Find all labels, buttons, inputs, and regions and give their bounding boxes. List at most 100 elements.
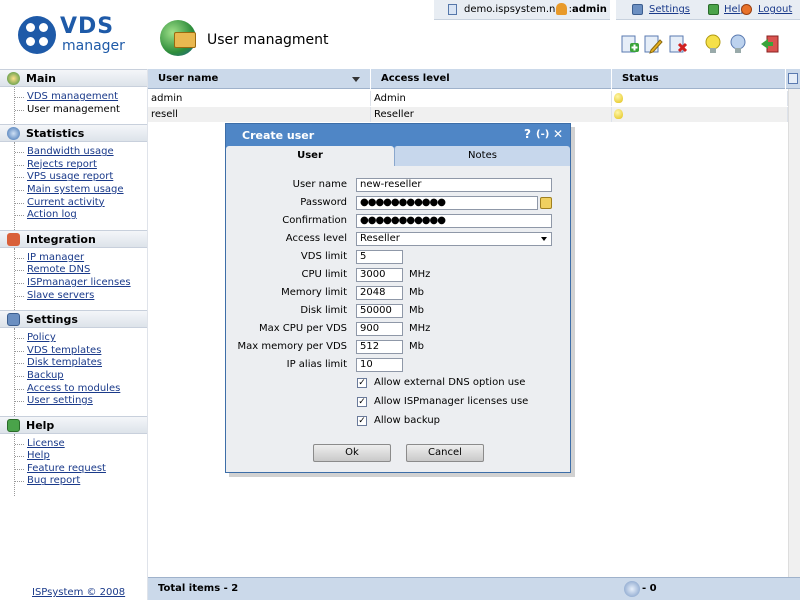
help-icon [708,4,719,15]
document-icon [448,4,457,15]
sidebar-item-policy[interactable]: Policy [15,332,147,345]
vds-manager-logo[interactable]: VDS manager [14,14,126,58]
vertical-scrollbar[interactable] [788,89,800,579]
sidebar-item-vds-management[interactable]: VDS management [15,91,147,104]
current-username: admin [572,4,607,15]
sidebar-item-help[interactable]: Help [15,450,147,463]
cpu-limit-label: CPU limit [301,269,347,280]
sidebar-item-slave-servers[interactable]: Slave servers [15,290,147,303]
sidebar-item-main-system-usage[interactable]: Main system usage [15,184,147,197]
table-row[interactable]: resell Reseller [148,107,788,122]
max-cpu-unit: MHz [409,323,431,334]
sidebar-item-user-management[interactable]: User management [15,104,147,117]
integration-icon [7,232,20,246]
status-bulb-icon [614,109,623,119]
sidebar-section-header[interactable]: Help [0,415,147,434]
cancel-button[interactable]: Cancel [406,444,484,462]
home-icon [7,72,20,85]
table-footer: Total items - 2 - 0 [148,577,800,600]
sidebar-item-bug-report[interactable]: Bug report [15,475,147,488]
max-memory-unit: Mb [409,341,424,352]
cell-access-level: Admin [371,91,612,106]
sidebar-section-header[interactable]: Statistics [0,124,147,143]
sidebar-item-vds-templates[interactable]: VDS templates [15,345,147,358]
disk-limit-label: Disk limit [300,305,347,316]
column-user-name[interactable]: User name [148,69,371,89]
settings-link[interactable]: Settings [649,4,690,15]
tab-notes[interactable]: Notes [394,146,570,166]
status-bulb-icon [614,93,623,103]
sidebar: Main VDS management User management Stat… [0,69,148,600]
logout-icon [741,4,752,15]
vds-limit-input[interactable]: 5 [356,250,403,264]
ip-alias-label: IP alias limit [286,359,347,370]
logo-text: VDS [60,14,115,39]
tab-user[interactable]: User [226,146,394,166]
dialog-close-icon[interactable]: ✕ [553,127,563,141]
logout-link[interactable]: Logout [758,4,792,15]
cpu-limit-input[interactable]: 3000 [356,268,403,282]
column-chooser-icon[interactable] [788,73,798,84]
generate-password-key-icon[interactable] [540,197,552,209]
sidebar-item-remote-dns[interactable]: Remote DNS [15,264,147,277]
sidebar-item-vps-usage-report[interactable]: VPS usage report [15,171,147,184]
edit-user-icon[interactable] [643,33,663,55]
sidebar-item-ip-manager[interactable]: IP manager [15,252,147,265]
logo-subtext: manager [62,38,125,54]
enable-bulb-icon[interactable] [703,33,723,55]
sidebar-item-feature-request[interactable]: Feature request [15,463,147,476]
password-input[interactable]: ●●●●●●●●●●● [356,196,538,210]
sidebar-section-header[interactable]: Integration [0,229,147,248]
sidebar-item-action-log[interactable]: Action log [15,209,147,222]
disk-limit-unit: Mb [409,305,424,316]
sidebar-item-license[interactable]: License [15,438,147,451]
ip-alias-input[interactable]: 10 [356,358,403,372]
ok-button[interactable]: Ok [313,444,391,462]
disk-limit-input[interactable]: 50000 [356,304,403,318]
user-name-input[interactable]: new-reseller [356,178,552,192]
allow-external-dns-checkbox[interactable]: ✓ [357,378,367,388]
top-bar: VDS manager User managment demo.ispsyste… [0,0,800,64]
max-memory-input[interactable]: 512 [356,340,403,354]
access-level-select[interactable]: Reseller [356,232,552,246]
disable-bulb-icon[interactable] [728,33,748,55]
page-title: User managment [207,32,329,48]
selected-count: - 0 [642,583,657,594]
session-info: demo.ispsystem.net :: admin [434,0,610,20]
allow-ispmanager-licenses-checkbox[interactable]: ✓ [357,397,367,407]
dialog-body: User name new-reseller Password ●●●●●●●●… [226,166,570,472]
sidebar-item-rejects-report[interactable]: Rejects report [15,159,147,172]
cell-user-name: admin [148,91,371,106]
column-status[interactable]: Status [612,69,786,89]
dialog-resize-icon[interactable]: (-) [536,129,549,140]
allow-backup-checkbox[interactable]: ✓ [357,416,367,426]
sidebar-item-user-settings[interactable]: User settings [15,395,147,408]
allow-backup-label: Allow backup [374,415,441,426]
sidebar-item-ispmanager-licenses[interactable]: ISPmanager licenses [15,277,147,290]
max-cpu-label: Max CPU per VDS [258,323,347,334]
sidebar-item-bandwidth-usage[interactable]: Bandwidth usage [15,146,147,159]
max-memory-label: Max memory per VDS [237,341,348,352]
sidebar-item-current-activity[interactable]: Current activity [15,197,147,210]
copyright-link[interactable]: ISPsystem © 2008 [32,587,125,598]
table-row[interactable]: admin Admin [148,91,788,106]
sidebar-section-main: Main VDS management User management [0,69,147,125]
confirmation-input[interactable]: ●●●●●●●●●●● [356,214,552,228]
sidebar-section-integration: Integration IP manager Remote DNS ISPman… [0,229,147,311]
refresh-icon[interactable] [624,581,640,597]
sidebar-item-disk-templates[interactable]: Disk templates [15,357,147,370]
statistics-icon [7,127,20,141]
column-access-level[interactable]: Access level [371,69,612,89]
login-as-user-icon[interactable] [760,33,780,55]
cell-user-name: resell [148,107,371,122]
top-links: Settings Help Logout [616,0,800,20]
add-user-icon[interactable] [620,33,640,55]
sidebar-section-header[interactable]: Main [0,69,147,87]
delete-user-icon[interactable] [668,33,688,55]
sidebar-section-header[interactable]: Settings [0,310,147,329]
sidebar-item-access-to-modules[interactable]: Access to modules [15,383,147,396]
sidebar-item-backup[interactable]: Backup [15,370,147,383]
max-cpu-input[interactable]: 900 [356,322,403,336]
memory-limit-input[interactable]: 2048 [356,286,403,300]
dialog-help-icon[interactable]: ? [524,127,531,141]
